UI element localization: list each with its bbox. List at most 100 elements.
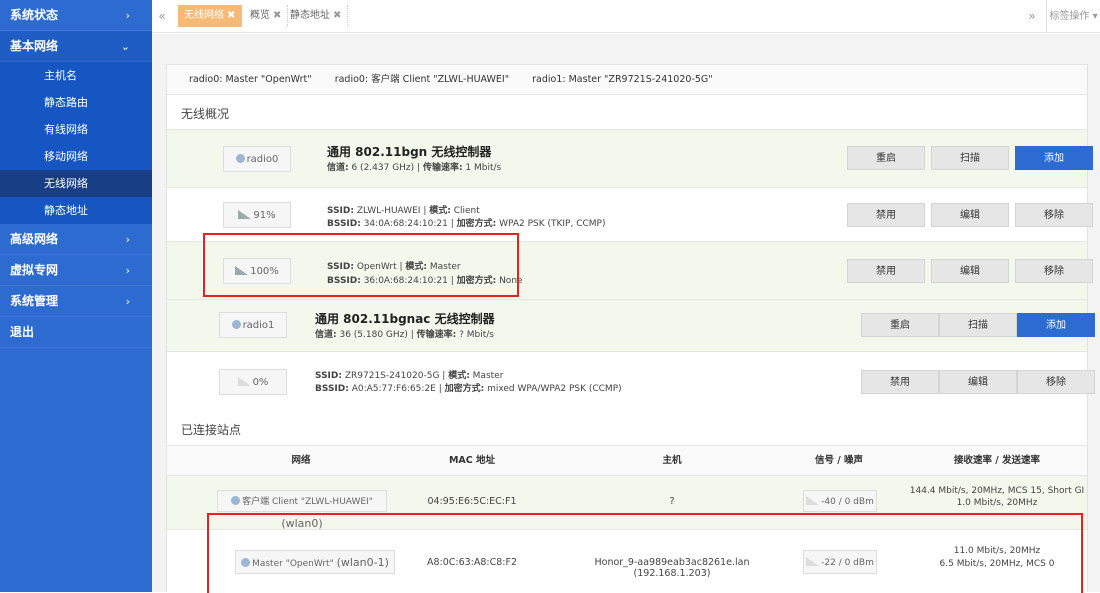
rate-label: 传输速率:	[422, 163, 463, 173]
close-icon[interactable]: ✖	[227, 10, 235, 21]
channel-label: 信道:	[327, 163, 349, 173]
sidebar-group-vpn[interactable]: 虚拟专网 ›	[0, 255, 152, 286]
sidebar-item-wired-network[interactable]: 有线网络	[0, 116, 152, 143]
add-button[interactable]: 添加	[1015, 146, 1093, 170]
sidebar-item-mobile-network[interactable]: 移动网络	[0, 143, 152, 170]
radio0-controller-row: radio0 通用 802.11bgn 无线控制器 信道: 6 (2.437 G…	[167, 129, 1093, 187]
encryption-value: WPA2 PSK (TKIP, CCMP)	[496, 219, 606, 229]
network-summary-item[interactable]: radio0: 客户端 Client "ZLWL-HUAWEI"	[335, 74, 509, 85]
controller-info: 信道: 6 (2.437 GHz) | 传输速率: 1 Mbit/s	[327, 160, 501, 173]
stations-table-header: 网络 MAC 地址 主机 信号 / 噪声 接收速率 / 发送速率	[167, 445, 1087, 475]
mode-value: Client	[450, 206, 480, 216]
station-network: 客户端 Client "ZLWL-HUAWEI" (wlan0)	[217, 490, 387, 530]
network-summary-item[interactable]: radio0: Master "OpenWrt"	[189, 74, 312, 85]
sidebar: 系统状态 › 基本网络 ⌄ 主机名 静态路由 有线网络 移动网络 无线网络 静态…	[0, 0, 152, 592]
sidebar-group-label: 退出	[10, 325, 35, 339]
wifi-globe-icon	[235, 154, 245, 163]
signal-badge: 91%	[223, 202, 291, 228]
tab-operations-menu[interactable]: 标签操作 ▾	[1046, 0, 1100, 33]
remove-button[interactable]: 移除	[1015, 259, 1093, 283]
sidebar-group-system-admin[interactable]: 系统管理 ›	[0, 286, 152, 317]
scan-button[interactable]: 扫描	[939, 313, 1017, 337]
restart-button[interactable]: 重启	[847, 146, 925, 170]
chevron-down-icon: ⌄	[120, 40, 130, 53]
tab-overview[interactable]: 概览 ✖	[244, 5, 289, 27]
ssid-value: ZLWL-HUAWEI |	[353, 206, 430, 216]
controller-info: 信道: 36 (5.180 GHz) | 传输速率: ? Mbit/s	[315, 327, 494, 340]
sidebar-item-wireless-network[interactable]: 无线网络	[0, 170, 152, 197]
sidebar-group-label: 系统状态	[10, 8, 59, 22]
sidebar-group-system-status[interactable]: 系统状态 ›	[0, 0, 152, 31]
connected-stations-title: 已连接站点	[181, 423, 242, 437]
sidebar-item-static-address[interactable]: 静态地址	[0, 197, 152, 224]
station-tx-rate: 1.0 Mbit/s, 20MHz	[956, 498, 1038, 508]
sidebar-group-label: 虚拟专网	[10, 263, 59, 277]
signal-strength-icon	[806, 557, 820, 566]
disable-button[interactable]: 禁用	[861, 370, 939, 394]
chevron-right-icon: ›	[125, 295, 130, 308]
bssid-label: BSSID:	[327, 219, 361, 229]
tab-scroll-right-icon[interactable]: »	[1022, 0, 1042, 33]
wireless-network-row: 0% SSID: ZR9721S-241020-5G | 模式: Master …	[167, 351, 1095, 411]
edit-button[interactable]: 编辑	[931, 259, 1009, 283]
network-summary-item[interactable]: radio1: Master "ZR9721S-241020-5G"	[532, 74, 713, 85]
mode-label: 模式:	[405, 262, 427, 272]
disable-button[interactable]: 禁用	[847, 259, 925, 283]
sidebar-item-static-route[interactable]: 静态路由	[0, 89, 152, 116]
remove-button[interactable]: 移除	[1017, 370, 1095, 394]
table-row: 客户端 Client "ZLWL-HUAWEI" (wlan0) 04:95:E…	[167, 475, 1087, 530]
sidebar-group-label: 基本网络	[10, 39, 59, 53]
encryption-label: 加密方式:	[456, 219, 497, 229]
signal-percent: 0%	[252, 377, 269, 388]
station-signal: -40 / 0 dBm	[803, 490, 877, 512]
encryption-value: None	[496, 276, 523, 286]
mode-value: Master	[426, 262, 461, 272]
column-signal: 信号 / 噪声	[814, 455, 864, 466]
encryption-value: mixed WPA/WPA2 PSK (CCMP)	[484, 384, 622, 394]
station-network-label: 客户端 Client "ZLWL-HUAWEI"	[242, 497, 373, 507]
tab-scroll-left-icon[interactable]: «	[152, 0, 172, 33]
signal-badge: 100%	[223, 258, 291, 284]
sidebar-item-logout[interactable]: 退出	[0, 317, 152, 348]
wireless-network-row: 91% SSID: ZLWL-HUAWEI | 模式: Client BSSID…	[167, 187, 1093, 241]
bssid-label: BSSID:	[315, 384, 349, 394]
network-summary-line: radio0: Master "OpenWrt" radio0: 客户端 Cli…	[167, 65, 1087, 95]
content-area: radio0: Master "OpenWrt" radio0: 客户端 Cli…	[152, 34, 1100, 593]
radio-badge: radio0	[223, 146, 291, 172]
close-icon[interactable]: ✖	[333, 10, 341, 21]
add-button[interactable]: 添加	[1017, 313, 1095, 337]
column-rate: 接收速率 / 发送速率	[953, 455, 1041, 466]
edit-button[interactable]: 编辑	[931, 203, 1009, 227]
bssid-value: 34:0A:68:24:10:21 |	[360, 219, 457, 229]
chevron-right-icon: ›	[125, 233, 130, 246]
channel-value: 6 (2.437 GHz) |	[348, 163, 423, 173]
chevron-right-icon: ›	[125, 264, 130, 277]
station-host: Honor_9-aa989eab3ac8261e.lan (192.168.1.…	[594, 557, 750, 579]
remove-button[interactable]: 移除	[1015, 203, 1093, 227]
wireless-network-row: 100% SSID: OpenWrt | 模式: Master BSSID: 3…	[167, 241, 1093, 299]
sidebar-group-advanced-network[interactable]: 高级网络 ›	[0, 224, 152, 255]
scan-button[interactable]: 扫描	[931, 146, 1009, 170]
radio1-controller-row: radio1 通用 802.11bgnac 无线控制器 信道: 36 (5.18…	[167, 299, 1095, 351]
edit-button[interactable]: 编辑	[939, 370, 1017, 394]
column-host: 主机	[662, 455, 682, 466]
signal-strength-icon	[806, 496, 820, 505]
close-icon[interactable]: ✖	[273, 10, 281, 21]
rate-label: 传输速率:	[416, 330, 457, 340]
sidebar-item-hostname[interactable]: 主机名	[0, 62, 152, 89]
sidebar-group-basic-network[interactable]: 基本网络 ⌄	[0, 31, 152, 62]
ssid-value: OpenWrt |	[353, 262, 406, 272]
network-bssid-line: BSSID: A0:A5:77:F6:65:2E | 加密方式: mixed W…	[315, 381, 622, 394]
column-network: 网络	[291, 455, 311, 466]
ssid-label: SSID:	[327, 262, 354, 272]
sidebar-group-label: 高级网络	[10, 232, 59, 246]
disable-button[interactable]: 禁用	[847, 203, 925, 227]
tab-static-address[interactable]: 静态地址 ✖	[284, 5, 349, 27]
channel-label: 信道:	[315, 330, 337, 340]
bssid-value: A0:A5:77:F6:65:2E |	[348, 384, 445, 394]
mode-label: 模式:	[429, 206, 451, 216]
restart-button[interactable]: 重启	[861, 313, 939, 337]
tab-wireless-network[interactable]: 无线网络 ✖	[178, 5, 243, 27]
station-rx-rate: 11.0 Mbit/s, 20MHz	[953, 546, 1041, 556]
rate-value: ? Mbit/s	[456, 330, 494, 340]
